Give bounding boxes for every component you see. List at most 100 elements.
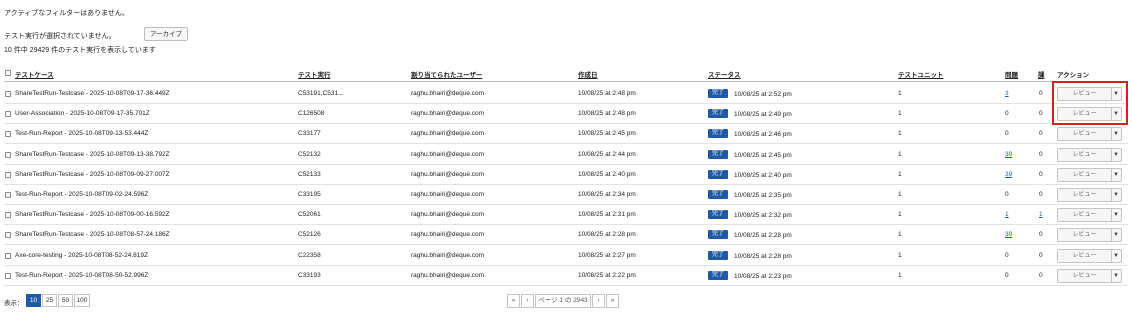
review-action-button[interactable]: レビュー ▼ <box>1057 127 1122 141</box>
review-label[interactable]: レビュー <box>1058 169 1111 181</box>
header-bugs[interactable]: 課 <box>1038 69 1045 79</box>
bugs-count: 0 <box>1039 171 1043 178</box>
first-page-button[interactable]: « <box>507 294 520 308</box>
review-label[interactable]: レビュー <box>1058 149 1111 161</box>
caret-down-icon[interactable]: ▼ <box>1113 189 1119 201</box>
row-checkbox[interactable] <box>5 152 11 158</box>
issues-count: 0 <box>1005 110 1009 117</box>
action-separator <box>1111 270 1112 282</box>
review-action-button[interactable]: レビュー ▼ <box>1057 148 1122 162</box>
review-label[interactable]: レビュー <box>1058 209 1111 221</box>
review-action-button[interactable]: レビュー ▼ <box>1057 249 1122 263</box>
caret-down-icon[interactable]: ▼ <box>1113 250 1119 262</box>
row-checkbox[interactable] <box>5 91 11 97</box>
status-time: 10/08/25 at 2:28 pm <box>734 253 792 260</box>
page-size-100[interactable]: 100 <box>74 294 90 307</box>
header-created[interactable]: 作成日 <box>578 69 598 79</box>
row-checkbox[interactable] <box>5 212 11 218</box>
test-case-name[interactable]: Test-Run-Report - 2025-10-08T08-50-52.99… <box>15 272 148 279</box>
header-actions: アクション <box>1057 72 1090 79</box>
status-badge: 完了 <box>708 89 729 98</box>
created-date: 10/08/25 at 2:34 pm <box>578 191 636 198</box>
caret-down-icon[interactable]: ▼ <box>1113 149 1119 161</box>
issues-count[interactable]: 39 <box>1005 231 1012 238</box>
row-divider <box>4 123 1128 124</box>
action-separator <box>1111 229 1112 241</box>
issues-count[interactable]: 3 <box>1005 90 1009 97</box>
review-action-button[interactable]: レビュー ▼ <box>1057 188 1122 202</box>
status-badge: 完了 <box>708 271 729 280</box>
status-badge: 完了 <box>708 230 729 239</box>
assigned-user: raghu.bhairi@deque.com <box>411 191 485 198</box>
row-checkbox[interactable] <box>5 232 11 238</box>
test-case-name[interactable]: Test-Run-Report - 2025-10-08T09-02-24.59… <box>15 191 148 198</box>
caret-down-icon[interactable]: ▼ <box>1113 229 1119 241</box>
test-case-name[interactable]: ShareTestRun-Testcase - 2025-10-08T09-00… <box>15 211 170 218</box>
result-count: 10 件中 29429 件のテスト実行を表示しています <box>4 47 156 54</box>
row-divider <box>4 103 1128 104</box>
header-test-unit[interactable]: テストユニット <box>898 69 944 79</box>
review-action-button[interactable]: レビュー ▼ <box>1057 269 1122 283</box>
row-divider <box>4 244 1128 245</box>
review-action-button[interactable]: レビュー ▼ <box>1057 208 1122 222</box>
row-divider <box>4 143 1128 144</box>
created-date: 10/08/25 at 2:31 pm <box>578 211 636 218</box>
last-page-button[interactable]: » <box>606 294 619 308</box>
test-run-id: C126508 <box>298 110 325 117</box>
review-label[interactable]: レビュー <box>1058 128 1111 140</box>
caret-down-icon[interactable]: ▼ <box>1113 169 1119 181</box>
page-size-10[interactable]: 10 <box>26 294 41 307</box>
test-case-name[interactable]: ShareTestRun-Testcase - 2025-10-08T09-13… <box>15 151 170 158</box>
test-case-name[interactable]: ShareTestRun-Testcase - 2025-10-08T09-09… <box>15 171 170 178</box>
review-label[interactable]: レビュー <box>1058 229 1111 241</box>
issues-count[interactable]: 39 <box>1005 151 1012 158</box>
caret-down-icon[interactable]: ▼ <box>1113 128 1119 140</box>
status-badge: 完了 <box>708 129 729 138</box>
status-badge: 完了 <box>708 150 729 159</box>
review-action-button[interactable]: レビュー ▼ <box>1057 168 1122 182</box>
row-checkbox[interactable] <box>5 253 11 259</box>
test-run-id: C33193 <box>298 272 321 279</box>
row-checkbox[interactable] <box>5 273 11 279</box>
test-unit-count: 1 <box>898 191 902 198</box>
test-case-name[interactable]: Axe-core-testing - 2025-10-08T08-52-24.8… <box>15 252 148 259</box>
row-checkbox[interactable] <box>5 131 11 137</box>
status-time: 10/08/25 at 2:40 pm <box>734 172 792 179</box>
caret-down-icon[interactable]: ▼ <box>1113 270 1119 282</box>
test-case-name[interactable]: Test-Run-Report - 2025-10-08T09-13-53.44… <box>15 130 148 137</box>
header-issues[interactable]: 問題 <box>1005 69 1018 79</box>
page-size-50[interactable]: 50 <box>58 294 73 307</box>
page-size-25[interactable]: 25 <box>42 294 57 307</box>
bugs-count: 0 <box>1039 110 1043 117</box>
row-checkbox[interactable] <box>5 192 11 198</box>
review-label[interactable]: レビュー <box>1058 189 1111 201</box>
caret-down-icon[interactable]: ▼ <box>1113 209 1119 221</box>
header-test-case[interactable]: テストケース <box>15 69 54 79</box>
assigned-user: raghu.bhairi@deque.com <box>411 110 485 117</box>
bugs-count[interactable]: 1 <box>1039 211 1043 218</box>
assigned-user: raghu.bhairi@deque.com <box>411 231 485 238</box>
action-separator <box>1111 250 1112 262</box>
status-time: 10/08/25 at 2:32 pm <box>734 212 792 219</box>
select-all-checkbox[interactable] <box>5 70 11 76</box>
test-case-name[interactable]: User-Association - 2025-10-08T09-17-35.7… <box>15 110 150 117</box>
issues-count[interactable]: 1 <box>1005 211 1009 218</box>
test-case-name[interactable]: ShareTestRun-Testcase - 2025-10-08T09-17… <box>15 90 170 97</box>
row-checkbox[interactable] <box>5 172 11 178</box>
assigned-user: raghu.bhairi@deque.com <box>411 171 485 178</box>
prev-page-button[interactable]: ‹ <box>521 294 534 308</box>
review-label[interactable]: レビュー <box>1058 270 1111 282</box>
row-divider <box>4 164 1128 165</box>
test-case-name[interactable]: ShareTestRun-Testcase - 2025-10-08T08-57… <box>15 231 170 238</box>
action-separator <box>1111 149 1112 161</box>
header-status[interactable]: ステータス <box>708 69 741 79</box>
review-label[interactable]: レビュー <box>1058 250 1111 262</box>
row-checkbox[interactable] <box>5 111 11 117</box>
header-assigned-user[interactable]: 割り当てられたユーザー <box>411 69 482 79</box>
archive-button[interactable]: アーカイブ <box>144 27 188 41</box>
issues-count[interactable]: 39 <box>1005 171 1012 178</box>
review-action-button[interactable]: レビュー ▼ <box>1057 228 1122 242</box>
test-unit-count: 1 <box>898 252 902 259</box>
header-test-run[interactable]: テスト実行 <box>298 69 331 79</box>
next-page-button[interactable]: › <box>592 294 605 308</box>
